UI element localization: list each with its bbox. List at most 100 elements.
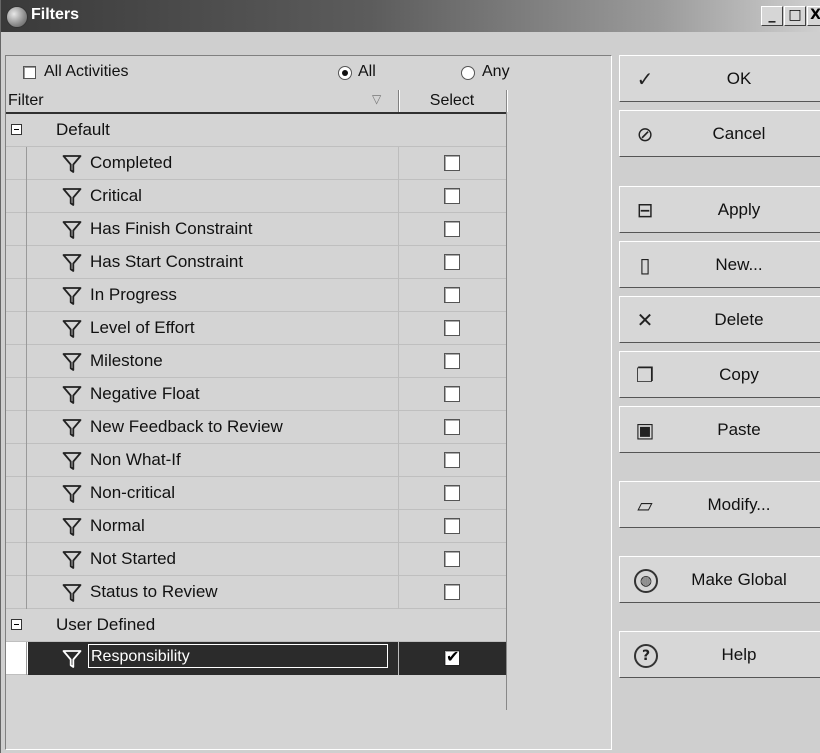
filter-name[interactable]: Responsibility xyxy=(88,644,388,668)
tree-line xyxy=(26,477,27,510)
filter-row[interactable]: Normal xyxy=(6,510,506,543)
minimize-icon[interactable]: _ xyxy=(761,6,783,26)
apply-button[interactable]: ⊟ Apply xyxy=(619,186,820,233)
filter-row[interactable]: Level of Effort xyxy=(6,312,506,345)
filter-row[interactable]: Milestone xyxy=(6,345,506,378)
paste-button-label: Paste xyxy=(717,420,761,439)
filter-row[interactable]: Not Started xyxy=(6,543,506,576)
filter-name[interactable]: Completed xyxy=(90,153,172,173)
filter-funnel-icon xyxy=(62,319,82,339)
match-any-radio[interactable] xyxy=(461,66,475,80)
cancel-button-label: Cancel xyxy=(712,124,766,143)
group-row[interactable]: Default xyxy=(6,114,506,147)
select-checkbox[interactable] xyxy=(444,419,460,435)
filter-row[interactable]: Critical xyxy=(6,180,506,213)
filter-row[interactable]: In Progress xyxy=(6,279,506,312)
column-header-select[interactable]: Select xyxy=(400,90,504,112)
filter-row[interactable]: Non-critical xyxy=(6,477,506,510)
match-all-radio[interactable] xyxy=(338,66,352,80)
new-button-label: New... xyxy=(715,255,763,274)
filters-dialog: Filters _ □ X All Activities All Any Fil… xyxy=(0,0,820,753)
modify-button[interactable]: ▱ Modify... xyxy=(619,481,820,528)
filter-name[interactable]: Critical xyxy=(90,186,142,206)
group-row[interactable]: User Defined xyxy=(6,609,506,642)
filter-funnel-icon xyxy=(62,550,82,570)
ok-button[interactable]: ✓ OK xyxy=(619,55,820,102)
select-checkbox[interactable] xyxy=(444,221,460,237)
filter-name[interactable]: Not Started xyxy=(90,549,176,569)
filter-name[interactable]: Negative Float xyxy=(90,384,200,404)
group-label: Default xyxy=(56,120,110,139)
select-checkbox[interactable] xyxy=(444,188,460,204)
tree-line xyxy=(26,312,27,345)
collapse-toggle-icon[interactable] xyxy=(11,619,22,630)
match-all-label: All xyxy=(358,63,376,80)
delete-button[interactable]: ✕ Delete xyxy=(619,296,820,343)
column-header-filter[interactable]: Filter xyxy=(8,90,44,112)
filter-name[interactable]: New Feedback to Review xyxy=(90,417,283,437)
sort-arrow-icon[interactable]: ▽ xyxy=(372,92,381,106)
filter-funnel-icon xyxy=(62,583,82,603)
select-checkbox[interactable] xyxy=(444,485,460,501)
select-checkbox[interactable] xyxy=(444,518,460,534)
filter-panel: All Activities All Any Filter ▽ Select D… xyxy=(5,55,612,750)
help-button[interactable]: ? Help xyxy=(619,631,820,678)
collapse-toggle-icon[interactable] xyxy=(11,124,22,135)
maximize-icon[interactable]: □ xyxy=(784,6,806,26)
tree-line xyxy=(26,279,27,312)
filter-row[interactable]: Completed xyxy=(6,147,506,180)
paste-button[interactable]: ▣ Paste xyxy=(619,406,820,453)
filter-name[interactable]: Status to Review xyxy=(90,582,218,602)
new-button[interactable]: ▯ New... xyxy=(619,241,820,288)
tree-line xyxy=(26,246,27,279)
checkmark-icon: ✓ xyxy=(636,67,654,91)
select-checkbox[interactable] xyxy=(444,287,460,303)
select-checkbox[interactable] xyxy=(444,353,460,369)
filter-name[interactable]: Non What-If xyxy=(90,450,181,470)
filter-name[interactable]: Normal xyxy=(90,516,145,536)
filter-name[interactable]: In Progress xyxy=(90,285,177,305)
title-bar[interactable]: Filters _ □ X xyxy=(1,0,820,32)
filter-row[interactable]: Responsibility ✔ xyxy=(6,642,506,675)
copy-button-label: Copy xyxy=(719,365,759,384)
filter-row[interactable]: Status to Review xyxy=(6,576,506,609)
window-title: Filters xyxy=(31,6,80,23)
filter-funnel-icon xyxy=(62,352,82,372)
copy-button[interactable]: ❐ Copy xyxy=(619,351,820,398)
filter-name[interactable]: Non-critical xyxy=(90,483,175,503)
select-checkbox[interactable] xyxy=(444,452,460,468)
select-checkbox[interactable]: ✔ xyxy=(444,647,460,666)
filter-row[interactable]: Negative Float xyxy=(6,378,506,411)
cell-divider xyxy=(398,444,399,477)
select-checkbox[interactable] xyxy=(444,254,460,270)
filter-name[interactable]: Level of Effort xyxy=(90,318,195,338)
column-divider[interactable] xyxy=(398,90,399,112)
filter-row[interactable]: New Feedback to Review xyxy=(6,411,506,444)
cell-divider xyxy=(398,147,399,180)
options-bar: All Activities All Any xyxy=(6,56,611,90)
filter-row[interactable]: Has Start Constraint xyxy=(6,246,506,279)
cell-divider xyxy=(398,180,399,213)
all-activities-checkbox[interactable] xyxy=(23,66,36,79)
make-global-button[interactable]: ◍ Make Global xyxy=(619,556,820,603)
filter-row[interactable]: Has Finish Constraint xyxy=(6,213,506,246)
select-checkbox[interactable] xyxy=(444,584,460,600)
cell-divider xyxy=(398,576,399,609)
select-checkbox[interactable] xyxy=(444,551,460,567)
close-icon[interactable]: X xyxy=(807,6,820,26)
filter-funnel-icon xyxy=(62,286,82,306)
all-activities-label: All Activities xyxy=(44,63,129,80)
tree-line xyxy=(26,147,27,180)
cell-divider xyxy=(398,642,399,675)
filter-name[interactable]: Has Start Constraint xyxy=(90,252,243,272)
select-checkbox[interactable] xyxy=(444,155,460,171)
delete-button-label: Delete xyxy=(714,310,764,329)
cell-divider xyxy=(398,411,399,444)
cancel-button[interactable]: ⊘ Cancel xyxy=(619,110,820,157)
select-checkbox[interactable] xyxy=(444,386,460,402)
filter-row[interactable]: Non What-If xyxy=(6,444,506,477)
filter-name[interactable]: Milestone xyxy=(90,351,163,371)
filter-name[interactable]: Has Finish Constraint xyxy=(90,219,253,239)
select-checkbox[interactable] xyxy=(444,320,460,336)
modify-button-label: Modify... xyxy=(707,495,771,514)
